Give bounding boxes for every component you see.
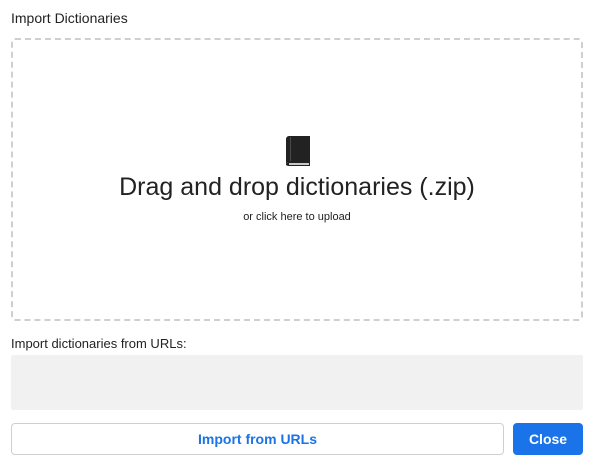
urls-label: Import dictionaries from URLs: <box>11 336 187 351</box>
dialog-title: Import Dictionaries <box>11 10 128 26</box>
dropzone-upload-hint: or click here to upload <box>243 211 351 223</box>
book-icon <box>285 136 311 166</box>
dictionary-dropzone[interactable]: Drag and drop dictionaries (.zip) or cli… <box>11 38 583 321</box>
close-button[interactable]: Close <box>513 423 583 455</box>
import-dictionaries-dialog: Import Dictionaries Drag and drop dictio… <box>0 0 594 465</box>
import-from-urls-button[interactable]: Import from URLs <box>11 423 504 455</box>
urls-textarea[interactable] <box>11 355 583 410</box>
dropzone-main-text: Drag and drop dictionaries (.zip) <box>119 173 475 201</box>
